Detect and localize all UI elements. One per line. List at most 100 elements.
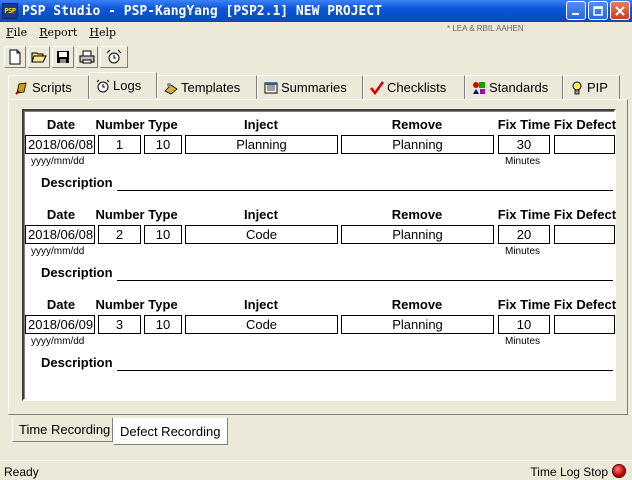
tab-checklists[interactable]: Checklists	[363, 75, 465, 99]
date-field[interactable]: 2018/06/08	[25, 135, 95, 154]
title-bar: PSP PSP Studio - PSP-KangYang [PSP2.1] N…	[0, 0, 632, 22]
type-header: Type	[148, 117, 178, 132]
app-icon: PSP	[2, 3, 18, 19]
date-header: Date	[46, 207, 76, 222]
maximize-button[interactable]	[588, 1, 608, 20]
fix-defect-header: Fix Defect	[553, 207, 617, 222]
remove-header: Remove	[391, 297, 443, 312]
tab-logs[interactable]: Logs	[89, 72, 157, 98]
menu-report[interactable]: Report	[33, 26, 83, 39]
date-format-hint: yyyy/mm/dd	[31, 336, 85, 347]
scripts-icon	[15, 82, 27, 95]
fix-defect-field[interactable]	[554, 315, 615, 334]
number-field[interactable]: 3	[98, 315, 141, 334]
remove-field[interactable]: Planning	[341, 315, 494, 334]
fix-time-field[interactable]: 10	[498, 315, 550, 334]
save-button[interactable]	[52, 46, 74, 68]
timer-button[interactable]	[100, 46, 128, 68]
main-tabs: Scripts Logs Templates Summaries Checkli…	[8, 72, 620, 99]
timer-icon	[106, 49, 122, 64]
minutes-label: Minutes	[505, 336, 541, 347]
fix-time-field[interactable]: 30	[498, 135, 550, 154]
date-format-hint: yyyy/mm/dd	[31, 246, 85, 257]
fix-time-field[interactable]: 20	[498, 225, 550, 244]
close-icon	[615, 5, 625, 16]
type-field[interactable]: 10	[144, 315, 182, 334]
new-button[interactable]	[4, 46, 26, 68]
fix-defect-header: Fix Defect	[553, 297, 617, 312]
remove-field[interactable]: Planning	[341, 135, 494, 154]
description-field[interactable]	[117, 190, 613, 191]
inject-field[interactable]: Code	[185, 225, 338, 244]
fix-time-header: Fix Time	[497, 117, 551, 132]
inject-field[interactable]: Code	[185, 315, 338, 334]
tab-scripts[interactable]: Scripts	[8, 75, 89, 99]
remove-field[interactable]: Planning	[341, 225, 494, 244]
summaries-icon	[264, 82, 278, 93]
date-field[interactable]: 2018/06/08	[25, 225, 95, 244]
templates-icon	[164, 82, 178, 94]
number-field[interactable]: 2	[98, 225, 141, 244]
status-bar: Ready Time Log Stop	[0, 460, 632, 480]
window-title: PSP Studio - PSP-KangYang [PSP2.1] NEW P…	[22, 3, 383, 19]
description-label: Description	[41, 355, 113, 370]
remove-header: Remove	[391, 207, 443, 222]
minimize-button[interactable]	[566, 1, 586, 20]
close-button[interactable]	[610, 1, 630, 20]
tab-standards-label: Standards	[489, 80, 549, 95]
menu-help[interactable]: Help	[83, 26, 122, 39]
stop-icon[interactable]	[612, 464, 626, 478]
time-log-status: Time Log Stop	[530, 465, 608, 479]
toolbar	[4, 46, 128, 70]
tab-summaries-label: Summaries	[281, 80, 347, 95]
minutes-label: Minutes	[505, 156, 541, 167]
tab-defect-recording[interactable]: Defect Recording	[113, 418, 228, 445]
tab-standards[interactable]: Standards	[465, 75, 563, 99]
maximize-icon	[593, 5, 603, 16]
lightbulb-icon	[572, 81, 582, 94]
date-field[interactable]: 2018/06/09	[25, 315, 95, 334]
menu-ghost-text: * LEA & RBIL AAHEN	[447, 24, 524, 32]
fix-defect-field[interactable]	[554, 135, 615, 154]
description-field[interactable]	[117, 280, 613, 281]
date-header: Date	[46, 297, 76, 312]
tab-pip-label: PIP	[587, 80, 608, 95]
tab-templates-label: Templates	[181, 80, 241, 95]
type-field[interactable]: 10	[144, 135, 182, 154]
number-header: Number	[95, 207, 145, 222]
minimize-icon	[572, 12, 579, 15]
tab-pip[interactable]: PIP	[563, 75, 620, 99]
minutes-label: Minutes	[505, 246, 541, 257]
number-field[interactable]: 1	[98, 135, 141, 154]
inject-header: Inject	[244, 297, 278, 312]
tab-summaries[interactable]: Summaries	[257, 75, 363, 99]
description-field[interactable]	[117, 370, 613, 371]
inject-field[interactable]: Planning	[185, 135, 338, 154]
tab-templates[interactable]: Templates	[157, 75, 257, 99]
number-header: Number	[95, 297, 145, 312]
date-format-hint: yyyy/mm/dd	[31, 156, 85, 167]
checkmark-icon	[370, 80, 384, 95]
date-header: Date	[46, 117, 76, 132]
description-label: Description	[41, 175, 113, 190]
inject-header: Inject	[244, 117, 278, 132]
tab-checklists-label: Checklists	[387, 80, 447, 95]
recording-tabs: Time Recording Defect Recording	[12, 418, 228, 445]
menu-file[interactable]: File	[0, 26, 33, 39]
new-icon	[9, 49, 21, 65]
fix-defect-field[interactable]	[554, 225, 615, 244]
print-icon	[79, 50, 95, 64]
number-header: Number	[95, 117, 145, 132]
remove-header: Remove	[391, 117, 443, 132]
open-button[interactable]	[28, 46, 50, 68]
print-button[interactable]	[76, 46, 98, 68]
fix-time-header: Fix Time	[497, 297, 551, 312]
tab-scripts-label: Scripts	[32, 80, 72, 95]
save-icon	[57, 51, 69, 63]
inject-header: Inject	[244, 207, 278, 222]
tab-time-recording[interactable]: Time Recording	[12, 418, 113, 442]
type-field[interactable]: 10	[144, 225, 182, 244]
logs-panel: Date Number Type Inject Remove Fix Time …	[8, 99, 628, 415]
fix-defect-header: Fix Defect	[553, 117, 617, 132]
defect-log-form: Date Number Type Inject Remove Fix Time …	[22, 109, 616, 401]
